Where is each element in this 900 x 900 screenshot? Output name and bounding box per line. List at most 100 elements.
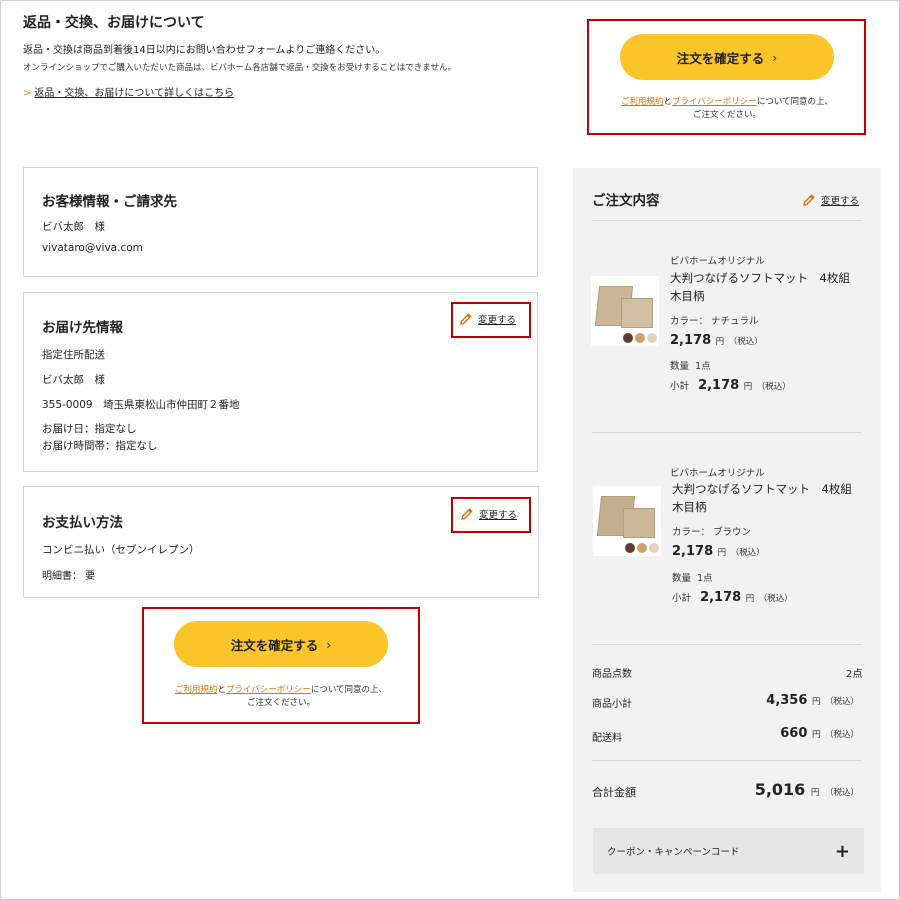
and-text: と xyxy=(663,97,672,107)
customer-name: ビバ太郎 様 xyxy=(42,221,105,233)
yen: 円 xyxy=(745,594,755,604)
qty-label: 数量 xyxy=(670,361,690,372)
terms-link[interactable]: ご利用規約 xyxy=(621,97,664,107)
returns-details-link[interactable]: > 返品・交換、お届けについて詳しくはこちら xyxy=(23,84,234,99)
coupon-toggle[interactable]: クーポン・キャンペーンコード + xyxy=(593,828,864,874)
confirm-order-label: 注文を確定する xyxy=(230,637,319,653)
product-name-line1: 大判つなげるソフトマット 4枚組 xyxy=(672,482,852,496)
product-brand: ビバホームオリジナル xyxy=(670,256,765,267)
product-color: カラー： ブラウン xyxy=(672,527,752,538)
subtotal-label: 商品小計 xyxy=(592,699,632,710)
price-value: 2,178 xyxy=(670,333,712,348)
tax-note: （税込） xyxy=(824,788,859,798)
order-edit-link[interactable]: 変更する xyxy=(802,193,859,207)
tax-note: （税込） xyxy=(756,382,791,392)
product-name[interactable]: 大判つなげるソフトマット 4枚組 木目柄 xyxy=(670,270,870,306)
product-brand: ビバホームオリジナル xyxy=(670,468,765,479)
total-label: 合計金額 xyxy=(592,786,636,799)
total-amount: 5,016 円 （税込） xyxy=(755,780,859,799)
tax-note: （税込） xyxy=(730,548,765,558)
subtotal-amount: 4,356 円 （税込） xyxy=(766,693,859,708)
subtotal-value: 4,356 xyxy=(766,693,808,708)
confirm-order-label: 注文を確定する xyxy=(676,50,765,66)
total-value: 5,016 xyxy=(754,780,806,799)
customer-email: vivataro@viva.com xyxy=(42,242,143,254)
delivery-date: お届け日：指定なし xyxy=(42,423,137,435)
pencil-icon xyxy=(460,313,472,325)
divider xyxy=(592,432,862,433)
yen: 円 xyxy=(811,730,821,740)
shipping-value: 660 xyxy=(780,726,808,741)
product-subtotal: 小計 2,178 円 （税込） xyxy=(672,590,793,605)
consent-line2: ご注文ください。 xyxy=(692,110,761,121)
customer-card: お客様情報・ご請求先 ビバ太郎 様 vivataro@viva.com xyxy=(23,167,538,277)
divider xyxy=(592,760,862,761)
count-label: 商品点数 xyxy=(592,669,632,680)
returns-note-2: オンラインショップでご購入いただいた商品は、ビバホーム各店舗で返品・交換をお受け… xyxy=(23,63,456,73)
subtotal-label: 小計 xyxy=(672,593,692,604)
customer-title: お客様情報・ご請求先 xyxy=(42,194,177,210)
payment-title: お支払い方法 xyxy=(42,515,123,531)
delivery-address: 355-0009 埼玉県東松山市仲田町２番地 xyxy=(42,399,240,411)
privacy-link[interactable]: プライバシーポリシー xyxy=(226,685,311,695)
product-subtotal: 小計 2,178 円 （税込） xyxy=(670,378,791,393)
subtotal-value: 2,178 xyxy=(700,590,742,605)
shipping-label: 配送料 xyxy=(592,733,622,744)
tax-note: （税込） xyxy=(758,594,793,604)
returns-note-1: 返品・交換は商品到着後14日以内にお問い合わせフォームよりご連絡ください。 xyxy=(23,45,386,56)
product-name-line2: 木目柄 xyxy=(672,499,707,514)
yen: 円 xyxy=(811,697,821,707)
plus-icon: + xyxy=(834,840,850,862)
product-color: カラー： ナチュラル xyxy=(670,316,759,327)
payment-edit-label: 変更する xyxy=(479,510,518,521)
yen: 円 xyxy=(810,788,820,798)
chevron-right-icon: › xyxy=(326,636,332,652)
product-name-line1: 大判つなげるソフトマット 4枚組 xyxy=(670,271,850,285)
order-edit-label: 変更する xyxy=(821,196,860,207)
product-qty: 数量 1点 xyxy=(670,358,711,372)
count-value: 2点 xyxy=(846,669,863,680)
order-title: ご注文内容 xyxy=(592,193,660,209)
tax-note: （税込） xyxy=(824,697,859,707)
terms-link[interactable]: ご利用規約 xyxy=(175,685,218,695)
divider xyxy=(592,644,862,645)
consent-note-top: ご利用規約とプライバシーポリシーについて同意の上、 ご注文ください。 xyxy=(592,96,862,122)
coupon-label: クーポン・キャンペーンコード xyxy=(607,847,740,858)
qty-label: 数量 xyxy=(672,573,692,584)
product-price: 2,178 円 （税込） xyxy=(670,333,763,348)
delivery-edit-link[interactable]: 変更する xyxy=(459,312,516,326)
delivery-title: お届け先情報 xyxy=(42,320,123,336)
subtotal-value: 2,178 xyxy=(698,378,740,393)
tax-note: （税込） xyxy=(824,730,859,740)
yen: 円 xyxy=(715,337,725,347)
consent-tail: について同意の上、 xyxy=(756,97,834,107)
price-value: 2,178 xyxy=(672,544,714,559)
divider xyxy=(592,220,862,221)
payment-edit-link[interactable]: 変更する xyxy=(460,507,517,521)
yen: 円 xyxy=(717,548,727,558)
consent-line2: ご注文ください。 xyxy=(246,698,315,709)
delivery-time: お届け時間帯：指定なし xyxy=(42,440,158,452)
product-qty: 数量 1点 xyxy=(672,570,713,584)
consent-tail: について同意の上、 xyxy=(310,685,388,695)
product-image xyxy=(591,276,659,346)
returns-title: 返品・交換、お届けについて xyxy=(23,15,205,31)
product-price: 2,178 円 （税込） xyxy=(672,544,765,559)
and-text: と xyxy=(217,685,226,695)
shipping-amount: 660 円 （税込） xyxy=(780,726,859,741)
confirm-order-button-top[interactable]: 注文を確定する › xyxy=(620,34,834,80)
confirm-order-button-bottom[interactable]: 注文を確定する › xyxy=(174,621,388,667)
yen: 円 xyxy=(743,382,753,392)
subtotal-label: 小計 xyxy=(670,381,690,392)
chevron-right-icon: > xyxy=(23,88,32,99)
tax-note: （税込） xyxy=(728,337,763,347)
payment-receipt: 明細書： 要 xyxy=(42,571,96,582)
product-image xyxy=(593,486,661,556)
qty-value: 1点 xyxy=(695,361,711,372)
privacy-link[interactable]: プライバシーポリシー xyxy=(672,97,757,107)
returns-details-link-label: 返品・交換、お届けについて詳しくはこちら xyxy=(34,88,235,99)
payment-method: コンビニ払い（セブンイレブン） xyxy=(42,544,200,556)
pencil-icon xyxy=(803,194,815,206)
chevron-right-icon: › xyxy=(772,49,778,65)
product-name[interactable]: 大判つなげるソフトマット 4枚組 木目柄 xyxy=(672,481,872,517)
